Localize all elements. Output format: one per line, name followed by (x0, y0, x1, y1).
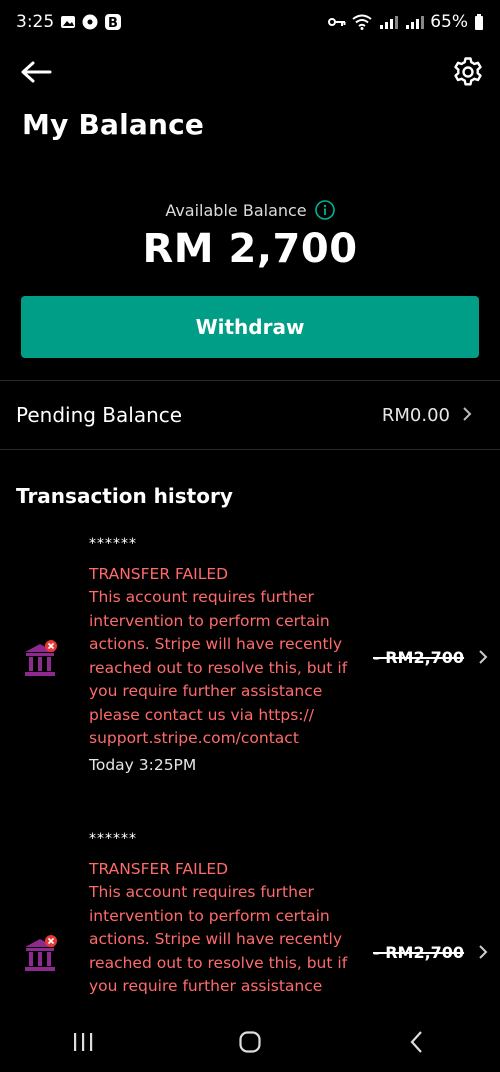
gear-icon (454, 57, 482, 86)
status-time: 3:25 (16, 12, 55, 32)
settings-button[interactable] (450, 54, 486, 90)
vpn-key-icon (328, 16, 346, 28)
system-nav-bar (0, 1012, 500, 1072)
masked-account: ****** (89, 831, 137, 847)
pending-balance-label: Pending Balance (16, 403, 183, 427)
signal-icon (378, 15, 399, 29)
signal-icon (404, 15, 425, 29)
settings-app-icon (82, 14, 98, 30)
divider (0, 449, 500, 450)
transaction-status: TRANSFER FAILED (89, 860, 229, 878)
back-button[interactable] (18, 54, 54, 90)
recent-apps-button[interactable] (53, 1012, 113, 1072)
transaction-message: This account requires further interventi… (89, 588, 348, 747)
svg-text:B: B (108, 16, 118, 31)
status-bar: 3:25 B 65% (0, 0, 500, 44)
home-button[interactable] (220, 1012, 280, 1072)
transaction-amount: - RM2,700 (373, 648, 465, 667)
pending-balance-row[interactable]: Pending Balance RM0.00 (0, 381, 500, 449)
gallery-icon (60, 14, 76, 30)
recent-apps-icon (74, 1033, 93, 1051)
bank-failed-icon (24, 935, 58, 975)
info-icon[interactable] (314, 200, 335, 220)
transaction-history-title: Transaction history (16, 484, 233, 508)
chevron-right-icon (462, 406, 472, 425)
available-balance-label: Available Balance (165, 200, 307, 220)
status-left: 3:25 B (16, 12, 122, 32)
battery-percentage: 65% (430, 12, 468, 32)
masked-account: ****** (89, 536, 137, 552)
page-title: My Balance (22, 108, 205, 141)
transaction-amount: - RM2,700 (373, 943, 465, 962)
wifi-icon (352, 14, 372, 30)
b-app-icon: B (104, 13, 122, 31)
available-balance-label-row: Available Balance (0, 200, 500, 220)
top-nav (0, 52, 500, 92)
home-icon (239, 1031, 261, 1053)
bank-failed-icon (24, 640, 58, 680)
chevron-right-icon (478, 649, 488, 670)
status-right: 65% (328, 12, 484, 32)
battery-icon (474, 14, 484, 30)
available-balance-amount: RM 2,700 (142, 226, 358, 272)
transaction-message: This account requires further interventi… (89, 883, 348, 995)
chevron-left-icon (410, 1031, 422, 1053)
withdraw-button[interactable]: Withdraw (21, 296, 479, 358)
chevron-right-icon (478, 944, 488, 965)
transaction-details: ****** TRANSFER FAILED This account requ… (89, 827, 354, 999)
pending-balance-value: RM0.00 (381, 404, 450, 426)
arrow-left-icon (21, 61, 52, 83)
transaction-status: TRANSFER FAILED (89, 565, 229, 583)
system-back-button[interactable] (387, 1012, 447, 1072)
transaction-date: Today 3:25PM (89, 755, 197, 774)
transaction-details: ****** TRANSFER FAILED This account requ… (89, 532, 354, 777)
